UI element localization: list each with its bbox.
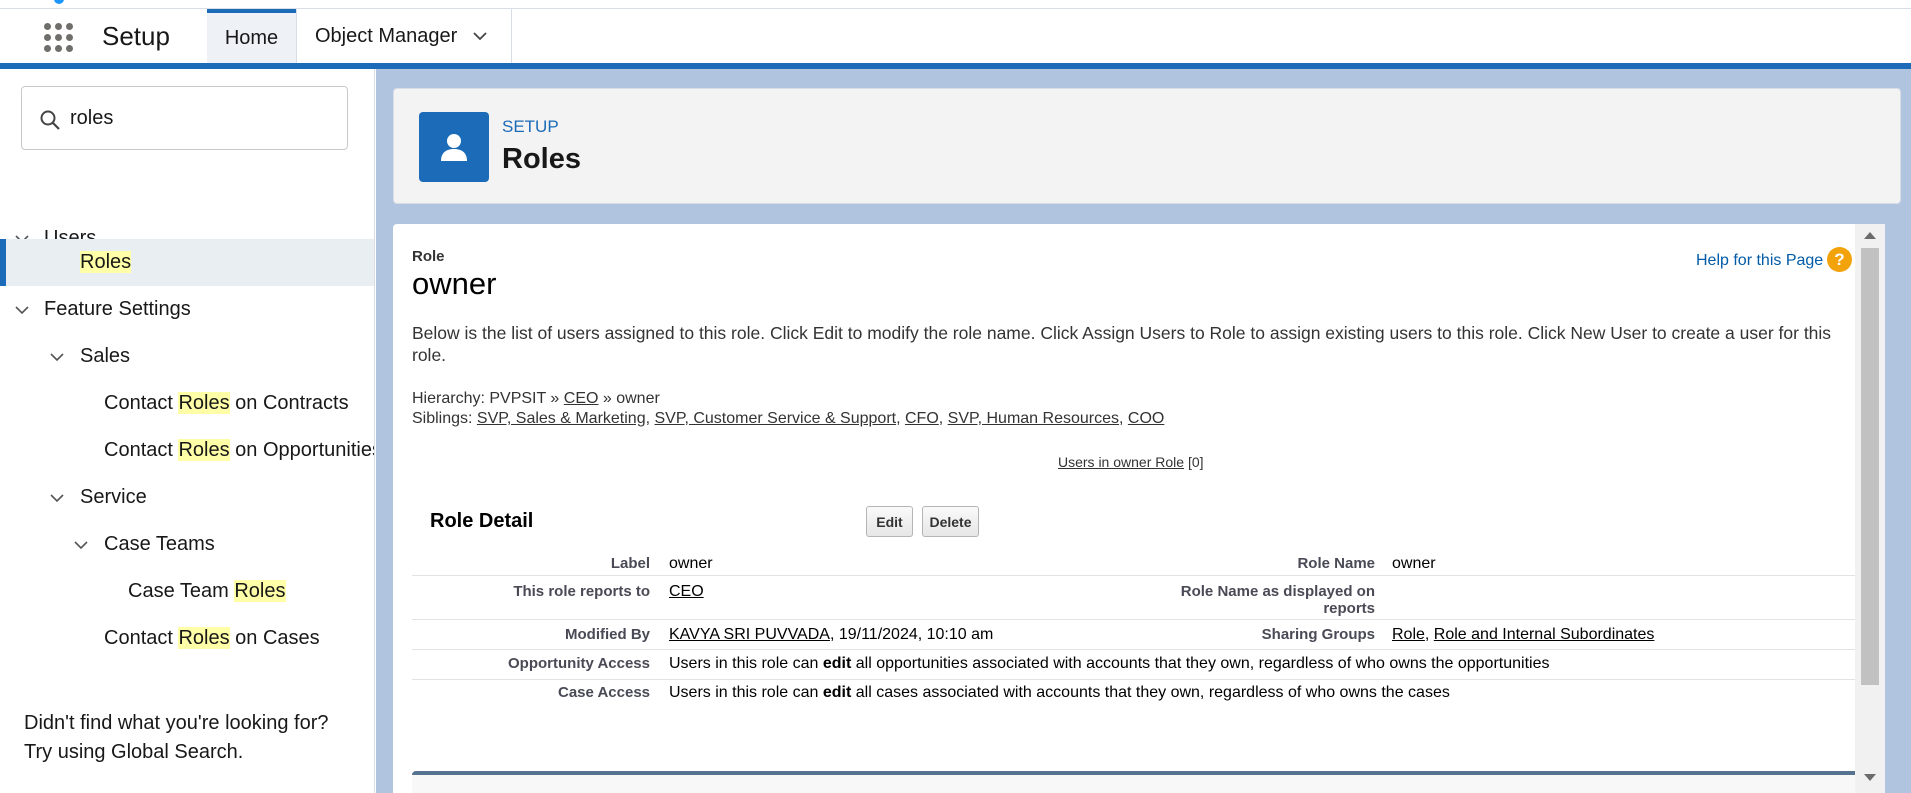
tab-home-label: Home	[224, 27, 279, 49]
field-value: KAVYA SRI PUVVADA, 19/11/2024, 10:10 am	[669, 626, 994, 643]
quick-find-input[interactable]	[70, 101, 340, 135]
tab-divider	[296, 9, 297, 64]
sibling-link[interactable]: SVP, Human Resources	[948, 410, 1119, 427]
sidebar-item-label: Contact Roles on Cases	[104, 627, 320, 649]
detail-row: Modified By KAVYA SRI PUVVADA, 19/11/202…	[412, 620, 1867, 650]
field-label: Role Name as displayed on reports	[1180, 583, 1375, 617]
sidebar-item-feature-settings[interactable]: Feature Settings	[0, 286, 374, 333]
sidebar-item-label: Contact Roles on Opportunities	[104, 439, 375, 461]
record-title: owner	[412, 266, 497, 301]
related-list-header	[412, 771, 1867, 793]
tab-object-manager[interactable]: Object Manager	[298, 9, 512, 64]
users-in-role-link: Users in owner Role [0]	[1058, 454, 1204, 470]
sidebar-item-label: Case Team Roles	[128, 580, 286, 602]
scroll-up-icon[interactable]	[1864, 232, 1876, 239]
content-scrollbar[interactable]	[1855, 224, 1885, 793]
chevron-down-icon[interactable]	[73, 537, 89, 553]
sibling-link[interactable]: SVP, Customer Service & Support	[655, 410, 897, 427]
sidebar-item-contact-roles-cases[interactable]: Contact Roles on Cases	[0, 615, 374, 662]
detail-row: Opportunity Access Users in this role ca…	[412, 650, 1867, 680]
page-header: SETUP Roles	[393, 88, 1901, 204]
sidebar-item-case-teams[interactable]: Case Teams	[0, 521, 374, 568]
hierarchy-breadcrumb: Hierarchy: PVPSIT » CEO » owner	[412, 390, 660, 407]
sidebar-item-service[interactable]: Service	[0, 474, 374, 521]
role-detail-frame: Role owner Help for this Page ? Below is…	[393, 224, 1885, 793]
sidebar-item-label: Case Teams	[104, 533, 215, 555]
field-label: Modified By	[565, 626, 650, 643]
help-link[interactable]: Help for this Page	[1696, 252, 1823, 270]
sidebar-item-label: Roles	[80, 251, 132, 273]
scrollbar-thumb[interactable]	[1861, 248, 1879, 685]
page-title: Roles	[502, 143, 581, 175]
sibling-link[interactable]: CFO	[905, 410, 939, 427]
sibling-link[interactable]: SVP, Sales & Marketing	[477, 410, 646, 427]
quick-find-box	[21, 86, 348, 150]
sidebar-item-label: Feature Settings	[44, 298, 191, 320]
sidebar-item-contact-roles-opportunities[interactable]: Contact Roles on Opportunities	[0, 427, 375, 474]
hierarchy-link-ceo[interactable]: CEO	[564, 390, 599, 407]
sidebar-item-label: Contact Roles on Contracts	[104, 392, 349, 414]
delete-button[interactable]: Delete	[922, 506, 979, 537]
sidebar-item-label: Service	[80, 486, 147, 508]
sharing-group-link[interactable]: Role and Internal Subordinates	[1434, 626, 1655, 643]
field-label: Role Name	[1297, 555, 1375, 572]
chevron-down-icon[interactable]	[473, 29, 487, 43]
field-label: Label	[610, 555, 650, 572]
sidebar-item-case-team-roles[interactable]: Case Team Roles	[0, 568, 374, 615]
help-icon[interactable]: ?	[1827, 247, 1852, 272]
chevron-down-icon[interactable]	[14, 302, 30, 318]
field-value: Users in this role can edit all cases as…	[669, 684, 1450, 701]
sidebar-item-roles[interactable]: Roles	[0, 239, 374, 286]
sharing-group-link[interactable]: Role	[1392, 626, 1425, 643]
field-value: owner	[669, 555, 713, 572]
tab-object-manager-label: Object Manager	[315, 25, 458, 47]
field-value: owner	[1392, 555, 1436, 572]
field-label: Sharing Groups	[1261, 626, 1375, 643]
detail-row: This role reports to CEO Role Name as di…	[412, 576, 1867, 620]
field-label: Opportunity Access	[508, 655, 650, 672]
chevron-down-icon[interactable]	[49, 349, 65, 365]
field-label: Case Access	[557, 684, 650, 701]
page-header-eyebrow: SETUP	[502, 117, 559, 136]
tab-home[interactable]: Home	[207, 9, 296, 64]
page-description: Below is the list of users assigned to t…	[412, 323, 1832, 365]
sibling-link[interactable]: COO	[1128, 410, 1164, 427]
field-value: Role, Role and Internal Subordinates	[1392, 626, 1655, 643]
role-detail-heading: Role Detail	[430, 510, 534, 532]
sidebar-item-sales[interactable]: Sales	[0, 333, 374, 380]
chevron-down-icon[interactable]	[49, 490, 65, 506]
sidebar-item-label: Sales	[80, 345, 131, 367]
setup-sidebar: Users Roles Feature Settings Sales Conta…	[0, 69, 375, 793]
field-value: Users in this role can edit all opportun…	[669, 655, 1550, 672]
sidebar-item-contact-roles-contracts[interactable]: Contact Roles on Contracts	[0, 380, 374, 427]
app-launcher-icon[interactable]	[42, 21, 76, 55]
scroll-down-icon[interactable]	[1864, 774, 1876, 781]
modified-by-user-link[interactable]: KAVYA SRI PUVVADA	[669, 626, 830, 643]
browser-top-strip	[0, 0, 1911, 9]
record-type-label: Role	[412, 248, 445, 265]
global-header: Setup Home Object Manager	[0, 9, 1911, 69]
detail-row: Case Access Users in this role can edit …	[412, 680, 1867, 710]
field-label: This role reports to	[513, 583, 650, 600]
app-name: Setup	[102, 21, 170, 51]
detail-row: Label owner Role Name owner	[412, 546, 1867, 576]
user-icon	[419, 112, 489, 182]
search-icon	[40, 110, 60, 130]
global-search-hint: Didn't find what you're looking for? Try…	[24, 712, 329, 763]
reports-to-link[interactable]: CEO	[669, 583, 704, 601]
indicator-dot	[54, 0, 64, 4]
edit-button[interactable]: Edit	[866, 506, 913, 537]
siblings-list: Siblings: SVP, Sales & Marketing, SVP, C…	[412, 410, 1165, 427]
